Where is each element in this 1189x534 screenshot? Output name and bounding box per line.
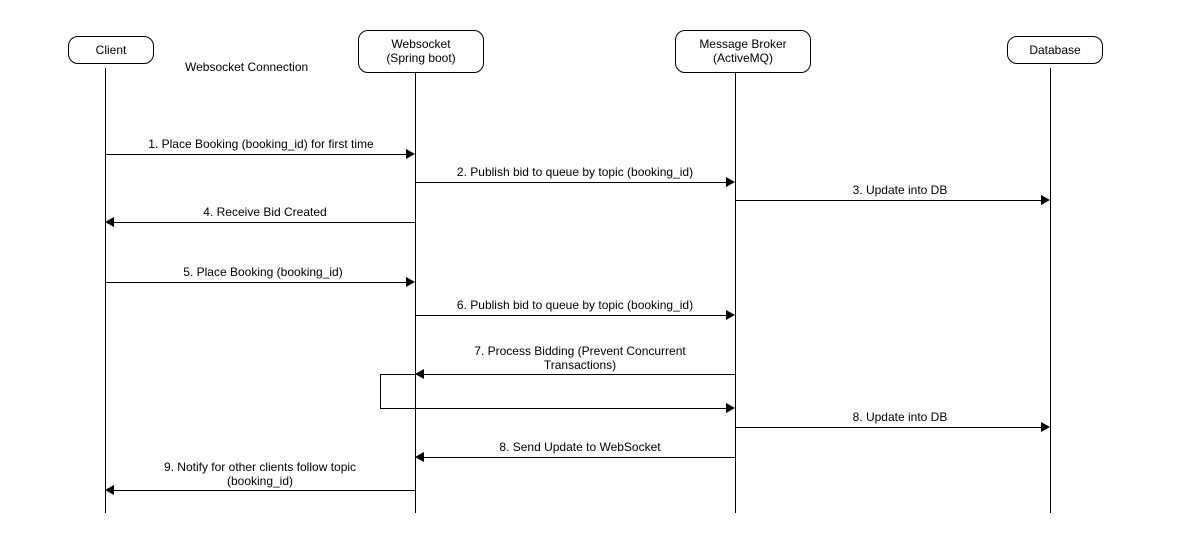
msg-6-label: 6. Publish bid to queue by topic (bookin… (450, 298, 700, 312)
msg-4-label: 4. Receive Bid Created (200, 205, 330, 219)
msg-4-line (114, 222, 415, 223)
msg-7-arrow (415, 369, 424, 379)
msg-4-arrow (105, 217, 114, 227)
msg-5-line (105, 282, 406, 283)
connection-label: Websocket Connection (185, 60, 308, 74)
msg-6-line (415, 315, 726, 316)
msg-1-arrow (406, 149, 415, 159)
msg-8b-line (424, 457, 735, 458)
msg-8b-arrow (415, 452, 424, 462)
lifeline-client (105, 68, 106, 513)
msg-3-label: 3. Update into DB (840, 183, 960, 197)
msg-1-label: 1. Place Booking (booking_id) for first … (146, 137, 376, 151)
lifeline-database (1050, 68, 1051, 513)
msg-9-label: 9. Notify for other clients follow topic… (145, 460, 375, 489)
msg-2-label: 2. Publish bid to queue by topic (bookin… (450, 165, 700, 179)
actor-broker: Message Broker (ActiveMQ) (675, 30, 811, 73)
msg-7-label: 7. Process Bidding (Prevent Concurrent T… (470, 344, 690, 373)
msg-2-line (415, 182, 726, 183)
msg-1-line (105, 154, 406, 155)
msg-3-arrow (1041, 195, 1050, 205)
sequence-diagram: Client Websocket (Spring boot) Message B… (0, 0, 1189, 534)
msg-6-arrow (726, 310, 735, 320)
self-loop-vert (380, 374, 381, 408)
msg-9-line (114, 490, 415, 491)
actor-client: Client (68, 36, 154, 64)
msg-3-line (735, 200, 1041, 201)
msg-7b-arrow (726, 403, 735, 413)
lifeline-websocket (415, 72, 416, 513)
msg-2-arrow (726, 177, 735, 187)
msg-8b-label: 8. Send Update to WebSocket (490, 440, 670, 454)
actor-database: Database (1007, 36, 1103, 64)
msg-9-arrow (105, 485, 114, 495)
self-loop-bottom (380, 408, 416, 409)
msg-5-label: 5. Place Booking (booking_id) (178, 265, 348, 279)
msg-5-arrow (406, 277, 415, 287)
msg-7-line (424, 374, 735, 375)
actor-websocket: Websocket (Spring boot) (358, 30, 484, 73)
msg-8a-line (735, 427, 1041, 428)
self-loop-top (380, 374, 416, 375)
msg-8a-arrow (1041, 422, 1050, 432)
msg-8a-label: 8. Update into DB (840, 410, 960, 424)
lifeline-broker (735, 72, 736, 513)
msg-7b-line (415, 408, 726, 409)
